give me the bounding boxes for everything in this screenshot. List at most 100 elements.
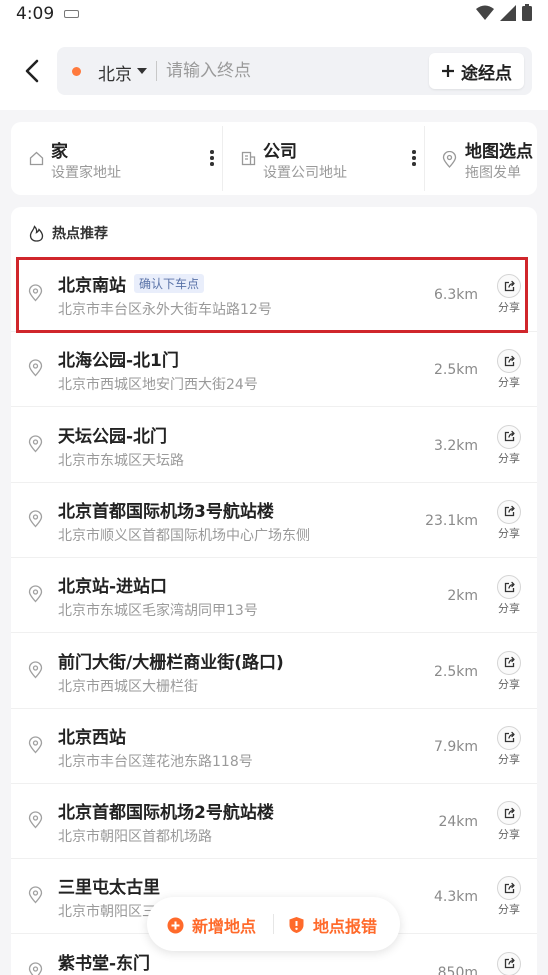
- place-name: 北京站-进站口: [58, 577, 168, 598]
- location-pin-icon: [28, 811, 43, 829]
- list-item[interactable]: 北京西站 北京市丰台区莲花池东路118号 7.9km 分享: [11, 709, 537, 784]
- share-button[interactable]: 分享: [494, 575, 524, 616]
- floating-action-bar: 新增地点 地点报错: [147, 897, 400, 951]
- place-distance: 2.5km: [433, 663, 478, 680]
- quick-home[interactable]: 家 设置家地址: [11, 122, 222, 195]
- place-name-row: 北京站-进站口: [58, 572, 167, 597]
- confirm-dropoff-tag: 确认下车点: [134, 274, 205, 293]
- battery-icon: [522, 4, 532, 21]
- share-button[interactable]: 分享: [494, 424, 524, 466]
- city-selector[interactable]: 北京: [98, 60, 132, 85]
- place-address: 北京市东城区天坛路: [58, 452, 184, 469]
- share-button[interactable]: 分享: [494, 650, 524, 692]
- place-name-row: 天坛公园-北门: [58, 422, 167, 447]
- quick-map-pick-title: 地图选点: [465, 142, 533, 162]
- place-address: 北京市西城区地安门西大街24号: [58, 377, 258, 394]
- share-icon: [497, 801, 521, 826]
- share-label: 分享: [498, 752, 520, 766]
- share-button[interactable]: 分享: [494, 801, 524, 842]
- share-icon: [497, 951, 521, 975]
- place-address: 北京市朝阳区三: [58, 904, 156, 921]
- place-distance: 4.3km: [433, 889, 478, 906]
- place-address: 北京市西城区大栅栏街: [58, 678, 198, 695]
- divider: [156, 61, 157, 81]
- location-pin-icon: [28, 585, 43, 603]
- header: 北京 途经点: [0, 30, 548, 110]
- place-name-row: 紫书堂-东门: [58, 949, 150, 974]
- hot-spots-title: 热点推荐: [52, 226, 108, 242]
- quick-company-subtitle: 设置公司地址: [263, 165, 347, 181]
- share-button[interactable]: 分享: [494, 499, 524, 541]
- location-pin-icon: [28, 284, 43, 302]
- more-options-icon[interactable]: [208, 150, 216, 168]
- share-button[interactable]: 分享: [494, 725, 524, 767]
- place-distance: 850m: [437, 964, 478, 975]
- share-button[interactable]: 分享: [494, 951, 524, 975]
- caret-down-icon[interactable]: [137, 68, 147, 74]
- hot-spots-card: 热点推荐 北京南站 确认下车点 北京市丰台区永外大街车站路12号 6.3km 分享…: [11, 207, 537, 975]
- quick-company[interactable]: 公司 设置公司地址: [223, 122, 424, 195]
- place-name: 紫书堂-东门: [58, 953, 151, 974]
- share-icon: [497, 499, 521, 524]
- place-name: 北京西站: [58, 727, 126, 748]
- share-button[interactable]: 分享: [494, 274, 524, 315]
- share-label: 分享: [498, 376, 520, 390]
- place-name: 天坛公园-北门: [58, 426, 168, 447]
- place-name-row: 北京首都国际机场3号航站楼: [58, 497, 274, 522]
- place-distance: 23.1km: [425, 512, 478, 529]
- location-pin-icon: [28, 886, 43, 904]
- share-icon: [497, 274, 521, 298]
- share-icon: [497, 650, 521, 675]
- list-item[interactable]: 前门大街/大栅栏商业街(路口) 北京市西城区大栅栏街 2.5km 分享: [11, 634, 537, 709]
- wifi-icon: [476, 5, 494, 20]
- place-name-row: 北海公园-北1门: [58, 346, 179, 371]
- quick-company-title: 公司: [263, 142, 297, 162]
- list-item[interactable]: 天坛公园-北门 北京市东城区天坛路 3.2km 分享: [11, 408, 537, 483]
- place-address: 北京市丰台区永外大街车站路12号: [58, 302, 272, 318]
- place-name: 北海公园-北1门: [58, 351, 179, 372]
- place-address: 北京市朝阳区首都机场路: [58, 829, 212, 846]
- back-button[interactable]: [18, 56, 46, 86]
- status-bar: 4:09: [0, 0, 548, 30]
- share-button[interactable]: 分享: [494, 876, 524, 917]
- list-item[interactable]: 北京首都国际机场2号航站楼 北京市朝阳区首都机场路 24km 分享: [11, 784, 537, 860]
- share-icon: [497, 424, 521, 449]
- more-options-icon[interactable]: [410, 150, 418, 168]
- origin-dot-icon: [72, 67, 81, 76]
- report-error-button[interactable]: 地点报错: [288, 913, 377, 937]
- list-item[interactable]: 北京站-进站口 北京市东城区毛家湾胡同甲13号 2km 分享: [11, 558, 537, 634]
- destination-input[interactable]: [166, 53, 421, 89]
- report-error-label: 地点报错: [313, 917, 378, 936]
- hot-spots-header: 热点推荐: [29, 223, 108, 243]
- place-distance: 24km: [438, 814, 478, 831]
- add-waypoint-button[interactable]: 途经点: [429, 53, 524, 89]
- place-name: 三里屯太古里: [58, 878, 160, 899]
- add-place-button[interactable]: 新增地点: [167, 913, 256, 937]
- place-address: 北京市顺义区首都国际机场中心广场东侧: [58, 527, 310, 544]
- place-name-row: 前门大街/大栅栏商业街(路口): [58, 648, 284, 673]
- share-label: 分享: [498, 828, 520, 842]
- share-label: 分享: [498, 602, 520, 616]
- alert-shield-icon: [289, 917, 304, 933]
- place-name: 北京首都国际机场2号航站楼: [58, 803, 274, 824]
- waypoint-label: 途经点: [461, 63, 512, 84]
- list-item[interactable]: 北京首都国际机场3号航站楼 北京市顺义区首都国际机场中心广场东侧 23.1km …: [11, 483, 537, 558]
- place-name: 前门大街/大栅栏商业街(路口): [58, 652, 284, 673]
- place-name-row: 北京西站: [58, 723, 126, 748]
- flame-icon: [29, 224, 44, 242]
- location-pin-icon: [28, 736, 43, 754]
- list-item[interactable]: 北京南站 确认下车点 北京市丰台区永外大街车站路12号 6.3km 分享: [11, 257, 537, 332]
- quick-map-pick[interactable]: 地图选点 拖图发单: [425, 122, 537, 195]
- status-time: 4:09: [16, 4, 55, 24]
- plus-icon: [442, 65, 454, 77]
- place-name-row: 三里屯太古里: [58, 873, 160, 898]
- list-item[interactable]: 北海公园-北1门 北京市西城区地安门西大街24号 2.5km 分享: [11, 332, 537, 408]
- quick-home-subtitle: 设置家地址: [51, 165, 121, 181]
- share-label: 分享: [498, 677, 520, 691]
- share-button[interactable]: 分享: [494, 349, 524, 390]
- add-place-label: 新增地点: [192, 917, 257, 936]
- back-arrow-icon: [25, 59, 39, 83]
- share-icon: [497, 349, 521, 374]
- place-name-row: 北京南站 确认下车点: [58, 271, 205, 296]
- location-pin-icon: [28, 962, 43, 975]
